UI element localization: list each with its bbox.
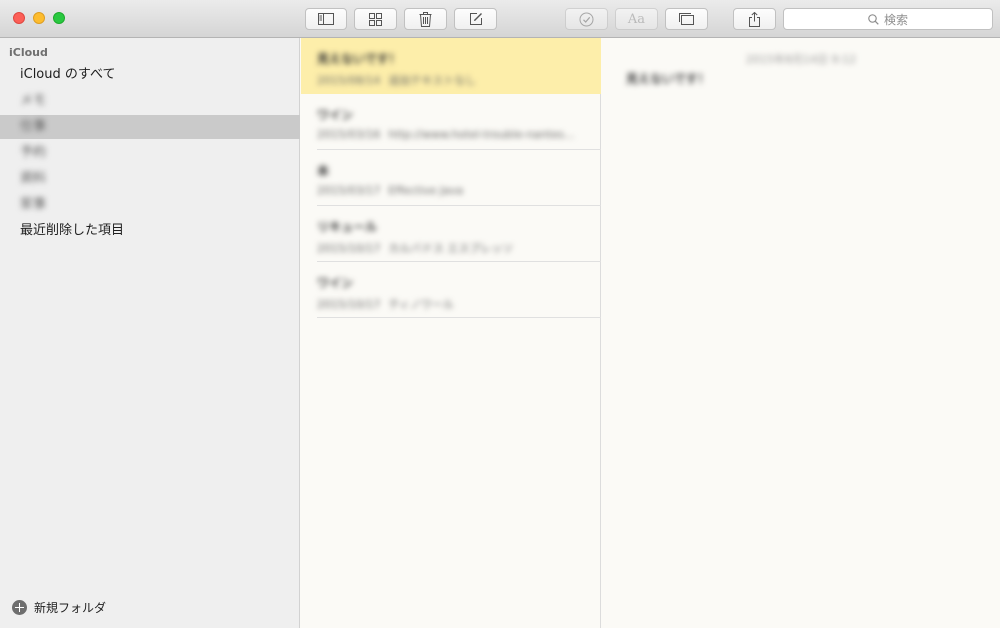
note-meta: 2015/10/17 ティノワール: [317, 296, 585, 312]
checkmark-circle-icon: [579, 12, 594, 26]
delete-note-button[interactable]: [404, 8, 447, 30]
minimize-window-button[interactable]: [33, 12, 45, 24]
sidebar-item-work[interactable]: 仕事: [0, 115, 300, 139]
close-window-button[interactable]: [13, 12, 25, 24]
note-preview: http://www.hotel-trouble-nantes...: [388, 128, 575, 141]
search-icon: [868, 13, 879, 25]
folder-sidebar: iCloud iCloud のすべて メモ 仕事 予約 資料 家事 最近削除した…: [0, 38, 300, 628]
note-list-item[interactable]: リキュール 2015/10/17 カルバドス エスプレッソ: [301, 206, 601, 262]
sidebar-item-label: 予約: [20, 145, 47, 160]
note-date: 2015/03/17: [317, 184, 381, 197]
note-preview: Effective Java: [388, 184, 464, 197]
note-title: リキュール: [317, 220, 378, 234]
note-list-item[interactable]: ワイン 2015/03/16 http://www.hotel-trouble-n…: [301, 94, 601, 150]
editor-body[interactable]: 見えないです！: [626, 70, 710, 87]
note-date: 2015/08/14: [317, 74, 381, 87]
format-label: Aa: [627, 11, 646, 27]
plus-circle-icon: [12, 599, 27, 615]
note-list-item[interactable]: 本 2015/03/17 Effective Java: [301, 150, 601, 206]
note-preview: カルバドス エスプレッソ: [388, 242, 514, 255]
sidebar-item-chores[interactable]: 家事: [0, 193, 300, 217]
note-list-item[interactable]: ワイン 2015/10/17 ティノワール: [301, 262, 601, 318]
sidebar-item-documents[interactable]: 資料: [0, 167, 300, 191]
sidebar-icon: [318, 13, 334, 25]
note-meta: 2015/03/16 http://www.hotel-trouble-nante…: [317, 128, 585, 141]
divider: [317, 317, 601, 318]
search-field[interactable]: 検索: [783, 8, 993, 30]
grid-icon: [369, 12, 382, 26]
note-title: 本: [317, 164, 330, 178]
maximize-window-button[interactable]: [53, 12, 65, 24]
note-meta: 2015/08/14 追加テキストなし: [317, 72, 585, 88]
checklist-button[interactable]: [565, 8, 608, 30]
note-date: 2015/03/16: [317, 128, 381, 141]
share-button[interactable]: [733, 8, 776, 30]
editor-date: 2015年8月14日 9:12: [745, 53, 857, 66]
note-title: ワイン: [317, 276, 354, 290]
note-meta: 2015/10/17 カルバドス エスプレッソ: [317, 240, 585, 256]
sidebar-item-label: iCloud のすべて: [20, 67, 116, 82]
sidebar-item-recently-deleted[interactable]: 最近削除した項目: [0, 219, 300, 243]
sidebar-item-label: 最近削除した項目: [20, 223, 125, 238]
share-icon: [749, 11, 760, 27]
new-folder-button[interactable]: 新規フォルダ: [12, 599, 106, 615]
new-folder-label: 新規フォルダ: [34, 600, 107, 615]
window-stack-icon: [679, 13, 694, 25]
note-title: ワイン: [317, 108, 354, 122]
note-date: 2015/10/17: [317, 298, 381, 311]
note-list-item[interactable]: 見えないです！ 2015/08/14 追加テキストなし: [301, 38, 601, 94]
sidebar-item-label: メモ: [20, 93, 47, 108]
trash-icon: [419, 11, 432, 27]
compose-icon: [469, 13, 482, 25]
format-button[interactable]: Aa: [615, 8, 658, 30]
note-preview: ティノワール: [388, 298, 454, 311]
sidebar-item-label: 仕事: [20, 119, 47, 134]
sidebar-item-memo[interactable]: メモ: [0, 89, 300, 113]
note-editor[interactable]: 2015年8月14日 9:12 見えないです！: [602, 38, 1000, 628]
note-title: 見えないです！: [317, 52, 401, 66]
sidebar-section-title: iCloud: [9, 46, 48, 59]
note-list: 見えないです！ 2015/08/14 追加テキストなし ワイン 2015/03/1…: [301, 38, 601, 628]
sidebar-item-reservations[interactable]: 予約: [0, 141, 300, 165]
notes-window: Aa 検索 iCloud iCloud のすべて メモ 仕事 予約 資料 家事 …: [0, 0, 1000, 628]
new-note-button[interactable]: [454, 8, 497, 30]
toolbar: Aa 検索: [0, 0, 1000, 38]
sidebar-item-label: 家事: [20, 197, 47, 212]
sidebar-item-all-icloud[interactable]: iCloud のすべて: [0, 63, 300, 87]
sidebar-item-label: 資料: [20, 171, 47, 186]
note-preview: 追加テキストなし: [388, 74, 477, 87]
toggle-sidebar-button[interactable]: [305, 8, 347, 30]
gallery-view-button[interactable]: [665, 8, 708, 30]
search-placeholder: 検索: [883, 12, 908, 27]
attachments-browser-button[interactable]: [354, 8, 397, 30]
note-date: 2015/10/17: [317, 242, 381, 255]
note-meta: 2015/03/17 Effective Java: [317, 184, 585, 197]
